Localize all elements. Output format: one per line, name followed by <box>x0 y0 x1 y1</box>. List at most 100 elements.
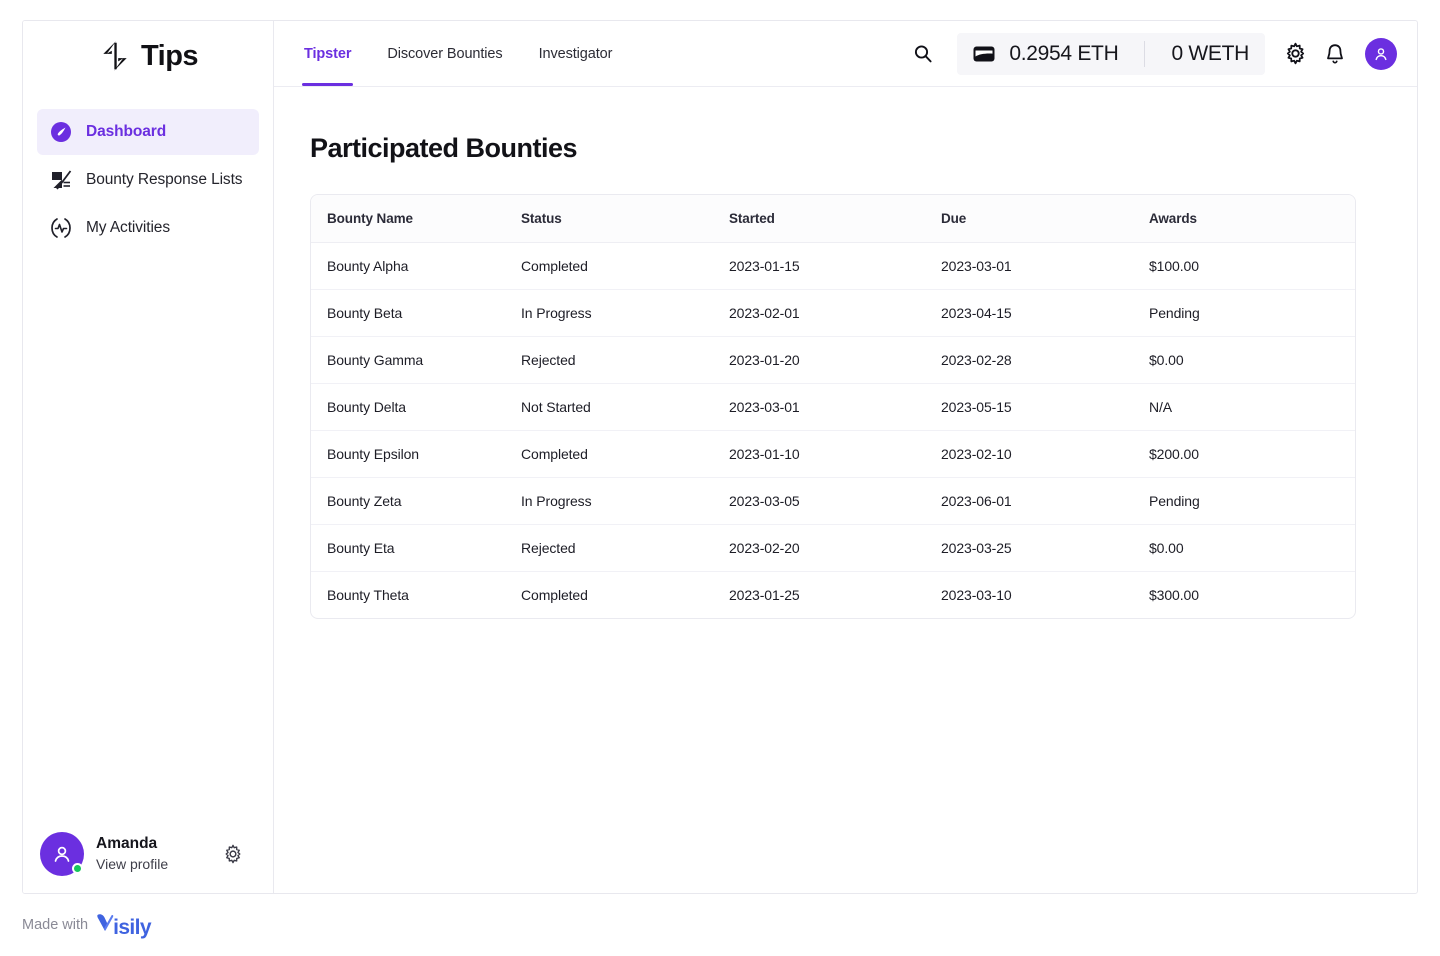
cell-started: 2023-01-15 <box>729 242 941 290</box>
tab-investigator[interactable]: Investigator <box>521 21 631 86</box>
cell-due: 2023-02-10 <box>941 430 1149 478</box>
cell-due: 2023-05-15 <box>941 383 1149 431</box>
table-row[interactable]: Bounty Alpha Completed 2023-01-15 2023-0… <box>311 242 1355 290</box>
cell-awards: N/A <box>1149 383 1355 431</box>
response-list-icon <box>52 170 72 190</box>
table-row[interactable]: Bounty Theta Completed 2023-01-25 2023-0… <box>311 572 1355 619</box>
search-button[interactable] <box>903 34 943 74</box>
tab-discover-bounties[interactable]: Discover Bounties <box>369 21 520 86</box>
cell-awards: $200.00 <box>1149 430 1355 478</box>
wallet-eth-group: 0.2954 ETH <box>971 41 1132 67</box>
cell-due: 2023-02-28 <box>941 336 1149 384</box>
table-row[interactable]: Bounty Delta Not Started 2023-03-01 2023… <box>311 383 1355 431</box>
cell-started: 2023-01-20 <box>729 336 941 384</box>
gear-icon <box>1286 42 1304 65</box>
sidebar-item-label: My Activities <box>86 219 170 236</box>
brand-logo[interactable]: Tips <box>23 21 273 87</box>
sidebar: Tips Dashboard Bounty Response Lists My … <box>23 21 274 893</box>
table-head: Bounty Name Status Started Due Awards <box>311 195 1355 243</box>
cell-awards: $300.00 <box>1149 587 1199 603</box>
sidebar-profile[interactable]: Amanda View profile <box>23 815 273 893</box>
wallet-balance[interactable]: 0.2954 ETH 0 WETH <box>957 32 1265 75</box>
bounties-table: Bounty Name Status Started Due Awards Bo… <box>311 195 1355 618</box>
cell-started: 2023-02-20 <box>729 524 941 572</box>
cell-awards: $0.00 <box>1149 524 1355 572</box>
tab-label: Investigator <box>538 45 613 62</box>
table-row[interactable]: Bounty Epsilon Completed 2023-01-10 2023… <box>311 430 1355 478</box>
cell-started: 2023-01-25 <box>729 587 800 603</box>
profile-settings-button[interactable] <box>213 834 253 874</box>
made-with-visily[interactable]: Made with isily <box>22 910 152 940</box>
cell-started: 2023-01-10 <box>729 430 941 478</box>
cell-bounty-name: Bounty Beta <box>311 289 521 337</box>
sidebar-item-bounty-response-lists[interactable]: Bounty Response Lists <box>37 157 259 203</box>
made-with-label: Made with <box>22 917 89 933</box>
cell-status: In Progress <box>521 477 729 525</box>
person-icon <box>1375 47 1387 60</box>
cell-status: Completed <box>521 242 729 290</box>
sidebar-item-label: Bounty Response Lists <box>86 171 243 188</box>
column-header-status[interactable]: Status <box>521 195 729 243</box>
brand-name: Tips <box>140 39 199 72</box>
activity-pulse-icon <box>51 218 71 238</box>
table-row[interactable]: Bounty Gamma Rejected 2023-01-20 2023-02… <box>311 336 1355 384</box>
header-avatar[interactable] <box>1365 37 1397 70</box>
column-header-due[interactable]: Due <box>941 195 1149 243</box>
view-profile-link[interactable]: View profile <box>96 855 201 873</box>
cell-status: Completed <box>521 587 588 603</box>
cell-status: Rejected <box>521 524 729 572</box>
search-icon <box>915 44 932 62</box>
table-row[interactable]: Bounty Zeta In Progress 2023-03-05 2023-… <box>311 477 1355 525</box>
cell-bounty-name: Bounty Theta <box>327 587 409 603</box>
cell-bounty-name: Bounty Gamma <box>311 336 521 384</box>
wallet-eth-amount: 0.2954 ETH <box>1009 41 1119 65</box>
cell-started: 2023-02-01 <box>729 289 941 337</box>
top-tabs: Tipster Discover Bounties Investigator <box>274 21 630 86</box>
column-header-started[interactable]: Started <box>729 195 941 243</box>
cell-status: Completed <box>521 430 729 478</box>
table-row[interactable]: Bounty Eta Rejected 2023-02-20 2023-03-2… <box>311 524 1355 572</box>
wallet-weth-amount: 0 WETH <box>1171 41 1249 65</box>
avatar <box>40 832 84 876</box>
bell-icon <box>1327 43 1343 64</box>
top-bar: Tipster Discover Bounties Investigator 0… <box>274 21 1417 87</box>
settings-button[interactable] <box>1275 34 1315 74</box>
visily-logo: isily <box>94 910 152 940</box>
cell-status: Not Started <box>521 383 729 431</box>
profile-text: Amanda View profile <box>96 834 201 873</box>
sidebar-nav: Dashboard Bounty Response Lists My Activ… <box>23 109 273 253</box>
cell-due: 2023-03-10 <box>941 587 1012 603</box>
participated-bounties-table: Bounty Name Status Started Due Awards Bo… <box>310 194 1356 619</box>
table-body: Bounty Alpha Completed 2023-01-15 2023-0… <box>311 242 1355 619</box>
profile-name: Amanda <box>96 835 158 853</box>
cell-awards: $100.00 <box>1149 242 1355 290</box>
tab-label: Tipster <box>304 45 352 62</box>
cell-awards: Pending <box>1149 289 1355 337</box>
top-bar-actions: 0.2954 ETH 0 WETH <box>903 21 1397 86</box>
wallet-icon <box>973 46 995 61</box>
cell-awards: Pending <box>1149 477 1355 525</box>
table-row[interactable]: Bounty Beta In Progress 2023-02-01 2023-… <box>311 289 1355 337</box>
content-area: Participated Bounties Bounty Name Status… <box>274 87 1417 893</box>
cell-due: 2023-03-01 <box>941 242 1149 290</box>
wallet-divider <box>1144 40 1146 67</box>
cell-started: 2023-03-05 <box>729 477 941 525</box>
cell-status: In Progress <box>521 289 729 337</box>
column-header-bounty-name[interactable]: Bounty Name <box>311 195 521 243</box>
cell-bounty-name: Bounty Alpha <box>311 242 521 290</box>
sidebar-item-dashboard[interactable]: Dashboard <box>37 109 259 155</box>
cell-bounty-name: Bounty Epsilon <box>311 430 521 478</box>
visily-wordmark: isily <box>113 916 151 939</box>
sidebar-item-my-activities[interactable]: My Activities <box>37 205 259 251</box>
gear-icon <box>225 844 241 864</box>
tab-tipster[interactable]: Tipster <box>274 21 369 86</box>
cell-bounty-name: Bounty Eta <box>311 524 521 572</box>
cell-due: 2023-06-01 <box>941 477 1149 525</box>
notifications-button[interactable] <box>1315 34 1355 74</box>
main-area: Tipster Discover Bounties Investigator 0… <box>274 21 1417 893</box>
cell-due: 2023-03-25 <box>941 524 1149 572</box>
column-header-awards[interactable]: Awards <box>1149 195 1355 243</box>
cell-status: Rejected <box>521 336 729 384</box>
person-icon <box>54 846 70 862</box>
lightning-bolt-icon <box>103 41 127 71</box>
